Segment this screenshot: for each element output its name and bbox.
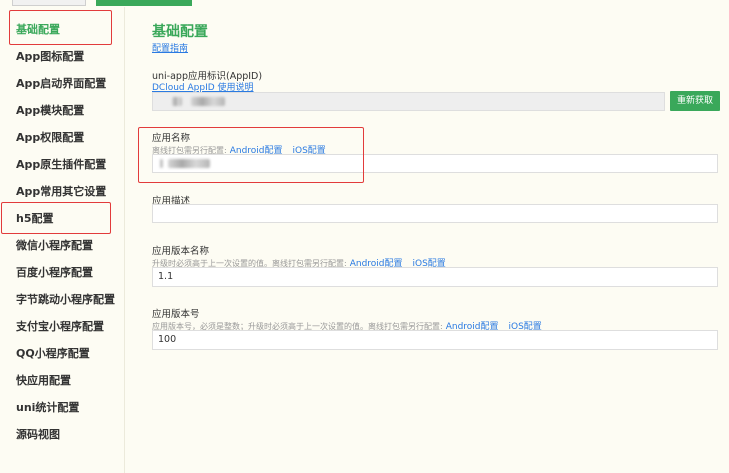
app-name-label: 应用名称	[152, 133, 191, 144]
sidebar-item-app-permissions[interactable]: App权限配置	[16, 129, 84, 145]
redacted-app-name	[160, 159, 163, 168]
version-code-label: 应用版本号	[152, 309, 200, 320]
top-tab-1[interactable]	[12, 0, 86, 6]
app-name-input[interactable]	[152, 154, 718, 173]
redacted-appid	[172, 97, 182, 106]
sidebar-item-basic[interactable]: 基础配置	[16, 21, 60, 37]
sidebar-item-app-native-plugins[interactable]: App原生插件配置	[16, 156, 106, 172]
main-panel: 基础配置 配置指南 uni-app应用标识(AppID) DCloud AppI…	[125, 7, 729, 473]
sidebar-item-wechat-mp[interactable]: 微信小程序配置	[16, 237, 93, 253]
version-name-label: 应用版本名称	[152, 246, 210, 257]
version-name-input[interactable]: 1.1	[152, 267, 718, 287]
sidebar-item-source-view[interactable]: 源码视图	[16, 426, 60, 442]
sidebar-item-app-other-settings[interactable]: App常用其它设置	[16, 183, 106, 199]
sidebar-item-alipay-mp[interactable]: 支付宝小程序配置	[16, 318, 104, 334]
sidebar-item-app-modules[interactable]: App模块配置	[16, 102, 84, 118]
redacted-appid-2	[191, 97, 226, 106]
version-code-input[interactable]: 100	[152, 330, 718, 350]
sidebar-item-app-icon[interactable]: App图标配置	[16, 48, 84, 64]
sidebar: 基础配置 App图标配置 App启动界面配置 App模块配置 App权限配置 A…	[0, 7, 125, 473]
sidebar-item-uni-stat[interactable]: uni统计配置	[16, 399, 79, 415]
sidebar-item-quickapp[interactable]: 快应用配置	[16, 372, 71, 388]
guide-link[interactable]: 配置指南	[152, 41, 188, 54]
sidebar-item-h5[interactable]: h5配置	[16, 210, 54, 226]
top-tab-2-active[interactable]	[96, 0, 192, 6]
page-title: 基础配置	[152, 24, 208, 40]
top-tab-bar	[0, 0, 729, 7]
app-desc-input[interactable]	[152, 204, 718, 223]
regenerate-appid-button[interactable]: 重新获取	[670, 91, 720, 111]
sidebar-item-qq-mp[interactable]: QQ小程序配置	[16, 345, 90, 361]
sidebar-item-baidu-mp[interactable]: 百度小程序配置	[16, 264, 93, 280]
sidebar-item-bytedance-mp[interactable]: 字节跳动小程序配置	[16, 291, 115, 307]
appid-field	[152, 92, 665, 111]
sidebar-item-app-splash[interactable]: App启动界面配置	[16, 75, 106, 91]
redacted-app-name-2	[168, 159, 211, 168]
